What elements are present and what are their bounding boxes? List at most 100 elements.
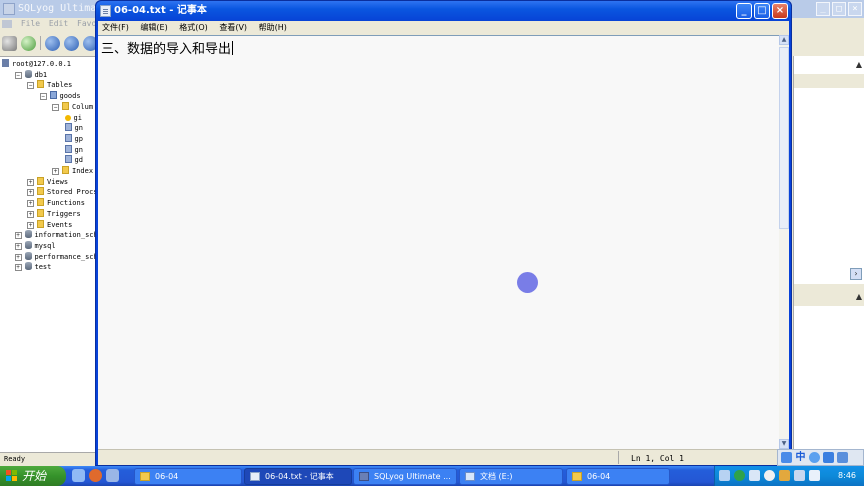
- task-button-notepad[interactable]: 06-04.txt - 记事本: [244, 468, 352, 485]
- notepad-title-bar[interactable]: 06-04.txt - 记事本 _ □ ×: [96, 1, 791, 21]
- folder-icon: [572, 472, 582, 481]
- scroll-down-arrow-icon[interactable]: ▼: [779, 439, 789, 449]
- tree-node[interactable]: + information_sch: [14, 230, 96, 240]
- tree-node[interactable]: + Triggers: [27, 208, 81, 219]
- menu-format[interactable]: 格式(O): [179, 23, 208, 32]
- taskbar: 开始 06-04 06-04.txt - 记事本 SQLyog Ultimate…: [0, 466, 864, 486]
- tree-node[interactable]: + Views: [27, 176, 68, 187]
- menu-help[interactable]: 帮助(H): [259, 23, 287, 32]
- execute-query-icon[interactable]: [45, 35, 60, 51]
- minimize-button[interactable]: _: [736, 3, 752, 19]
- ime-settings-icon[interactable]: [837, 452, 848, 463]
- tree-node[interactable]: + Events: [27, 219, 72, 230]
- tree-node-label: gn: [74, 124, 83, 133]
- tree-node[interactable]: + test: [14, 262, 51, 272]
- media-icon[interactable]: [106, 469, 119, 482]
- tree-node[interactable]: − goods: [39, 91, 81, 101]
- tree-node[interactable]: gn: [64, 144, 83, 155]
- quick-launch: [72, 469, 119, 482]
- task-button-folder-2[interactable]: 06-04: [566, 468, 670, 485]
- tree-node[interactable]: + Functions: [27, 198, 85, 208]
- start-label: 开始: [22, 469, 47, 483]
- connect-icon[interactable]: [2, 35, 17, 51]
- keyboard-icon[interactable]: [719, 470, 730, 481]
- expand-icon[interactable]: +: [27, 221, 34, 229]
- text-caret: [232, 41, 234, 55]
- notepad-window: 06-04.txt - 记事本 _ □ × 文件(F) 编辑(E) 格式(O) …: [95, 0, 792, 466]
- chevron-up-icon[interactable]: ▲: [856, 292, 862, 301]
- show-desktop-icon[interactable]: [72, 469, 85, 482]
- network-icon[interactable]: [734, 470, 745, 481]
- expand-icon[interactable]: +: [27, 210, 34, 218]
- toolbar-separator: [40, 36, 41, 50]
- tree-node[interactable]: gi: [64, 113, 82, 123]
- system-tray: 8:46: [714, 466, 864, 486]
- tree-node[interactable]: gp: [64, 133, 83, 144]
- chevron-up-icon[interactable]: ▲: [856, 60, 862, 69]
- notepad-content[interactable]: 三、数据的导入和导出: [101, 38, 234, 57]
- sqlyog-menu-file[interactable]: File: [21, 19, 40, 28]
- menu-edit[interactable]: 编辑(E): [140, 23, 167, 32]
- tree-node-label: performance_sch: [34, 252, 97, 261]
- document-icon: [465, 472, 475, 481]
- expand-icon[interactable]: +: [52, 168, 59, 175]
- collapse-icon[interactable]: −: [52, 103, 59, 111]
- notepad-title: 06-04.txt - 记事本: [114, 5, 207, 16]
- object-browser-tree[interactable]: root@127.0.0.1− db1− Tables − goods − Colum gi g…: [0, 56, 96, 452]
- scroll-up-arrow-icon[interactable]: ▲: [779, 35, 789, 45]
- expand-icon[interactable]: +: [27, 189, 34, 197]
- expand-icon[interactable]: +: [14, 232, 22, 240]
- monitor-icon[interactable]: [794, 470, 805, 481]
- ime-pen-icon[interactable]: [823, 452, 834, 463]
- sqlyog-close-button[interactable]: ×: [848, 2, 862, 16]
- clock-tray-icon[interactable]: [764, 470, 775, 481]
- expand-icon[interactable]: +: [27, 178, 34, 186]
- expand-icon[interactable]: +: [14, 253, 22, 261]
- chevron-right-icon[interactable]: ›: [850, 268, 862, 280]
- ime-mode-indicator[interactable]: 中: [795, 452, 806, 463]
- task-button-sqlyog[interactable]: SQLyog Ultimate ...: [353, 468, 457, 485]
- tree-node[interactable]: gn: [64, 123, 83, 133]
- expand-icon[interactable]: +: [27, 200, 34, 208]
- sqlyog-maximize-button[interactable]: □: [832, 2, 846, 16]
- folder-icon: [140, 472, 150, 481]
- taskbar-clock[interactable]: 8:46: [838, 466, 856, 486]
- menu-file[interactable]: 文件(F): [102, 23, 129, 32]
- tree-node-label: gi: [73, 113, 82, 122]
- collapse-icon[interactable]: −: [39, 93, 47, 101]
- collapse-icon[interactable]: −: [27, 82, 34, 90]
- sqlyog-minimize-button[interactable]: _: [816, 2, 830, 16]
- tree-node[interactable]: + Index: [52, 166, 93, 176]
- collapse-icon[interactable]: −: [14, 71, 22, 79]
- task-button-documents[interactable]: 文档 (E:): [459, 468, 563, 485]
- notepad-text-area[interactable]: 三、数据的导入和导出: [98, 35, 779, 449]
- tree-node[interactable]: − db1: [14, 69, 47, 80]
- tree-node-label: goods: [59, 92, 81, 101]
- execute-all-icon[interactable]: [64, 35, 79, 51]
- security-icon[interactable]: [779, 470, 790, 481]
- ime-smiley-icon[interactable]: [809, 452, 820, 463]
- tree-node[interactable]: + performance_sch: [14, 251, 97, 262]
- volume-icon[interactable]: [809, 470, 820, 481]
- vertical-scrollbar[interactable]: ▲ ▼: [779, 35, 789, 449]
- tree-node-label: Tables: [47, 81, 73, 90]
- start-button[interactable]: 开始: [0, 466, 66, 486]
- task-button-folder[interactable]: 06-04: [134, 468, 242, 485]
- expand-icon[interactable]: +: [14, 264, 22, 272]
- tree-node[interactable]: + mysql: [14, 240, 56, 251]
- sqlyog-menu-edit[interactable]: Edit: [49, 19, 68, 28]
- ime-tray-icon[interactable]: [749, 470, 760, 481]
- close-button[interactable]: ×: [772, 3, 788, 19]
- expand-icon[interactable]: +: [14, 242, 22, 250]
- menu-view[interactable]: 查看(V): [219, 23, 247, 32]
- tree-node[interactable]: − Tables: [27, 80, 72, 90]
- refresh-icon[interactable]: [21, 35, 36, 51]
- tree-node[interactable]: root@127.0.0.1: [2, 59, 71, 69]
- scrollbar-thumb[interactable]: [779, 47, 789, 229]
- ime-paw-icon[interactable]: [781, 452, 792, 463]
- tree-node[interactable]: − Colum: [52, 101, 93, 112]
- browser-icon[interactable]: [89, 469, 102, 482]
- tree-node[interactable]: + Stored Procs: [27, 187, 96, 197]
- tree-node[interactable]: gd: [64, 155, 83, 165]
- maximize-button[interactable]: □: [754, 3, 770, 19]
